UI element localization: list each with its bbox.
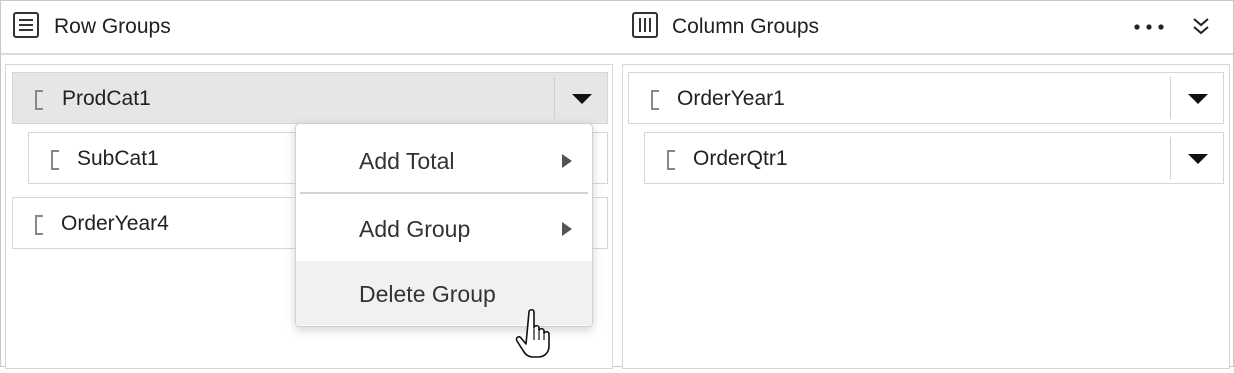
group-label: OrderQtr1 xyxy=(693,147,788,170)
bracket-icon xyxy=(35,90,43,110)
menu-item-add-group[interactable]: Add Group xyxy=(296,196,592,260)
submenu-arrow-icon xyxy=(562,222,572,236)
grouping-panel: Row Groups Column Groups ProdCat1 SubCat… xyxy=(0,0,1234,369)
list-lines-icon xyxy=(13,12,39,38)
bracket-icon xyxy=(35,215,43,235)
double-chevron-down-icon xyxy=(1193,18,1209,35)
menu-item-add-total[interactable]: Add Total xyxy=(296,128,592,192)
dropdown-arrow-icon[interactable] xyxy=(1188,152,1208,166)
bracket-icon xyxy=(51,150,59,170)
bracket-icon xyxy=(667,150,675,170)
column-groups-title: Column Groups xyxy=(672,15,820,38)
hand-cursor-icon xyxy=(515,308,550,358)
collapse-button[interactable] xyxy=(1187,13,1215,41)
column-group-item-orderyear1[interactable]: OrderYear1 xyxy=(628,72,1224,124)
column-group-item-orderqtr1[interactable]: OrderQtr1 xyxy=(644,132,1224,184)
menu-divider xyxy=(300,192,588,194)
more-options-button[interactable] xyxy=(1132,13,1168,41)
group-label: OrderYear1 xyxy=(677,87,785,110)
menu-item-label: Delete Group xyxy=(359,281,496,307)
menu-item-label: Add Total xyxy=(359,148,455,174)
menu-item-label: Add Group xyxy=(359,216,471,242)
group-label: ProdCat1 xyxy=(62,87,151,110)
submenu-arrow-icon xyxy=(562,154,572,168)
group-label: SubCat1 xyxy=(77,147,159,170)
dropdown-arrow-icon[interactable] xyxy=(1188,92,1208,106)
grouping-header: Row Groups Column Groups xyxy=(1,1,1233,55)
row-groups-title: Row Groups xyxy=(54,15,171,38)
dropdown-arrow-icon[interactable] xyxy=(572,92,592,106)
divider xyxy=(1170,77,1171,119)
ellipsis-icon xyxy=(1134,24,1164,30)
columns-icon xyxy=(632,12,658,38)
row-group-item-prodcat1[interactable]: ProdCat1 xyxy=(12,72,608,124)
group-label: OrderYear4 xyxy=(61,212,169,235)
divider xyxy=(1170,137,1171,179)
divider xyxy=(554,77,555,119)
bracket-icon xyxy=(651,90,659,110)
context-menu: Add Total Add Group Delete Group xyxy=(295,123,593,327)
